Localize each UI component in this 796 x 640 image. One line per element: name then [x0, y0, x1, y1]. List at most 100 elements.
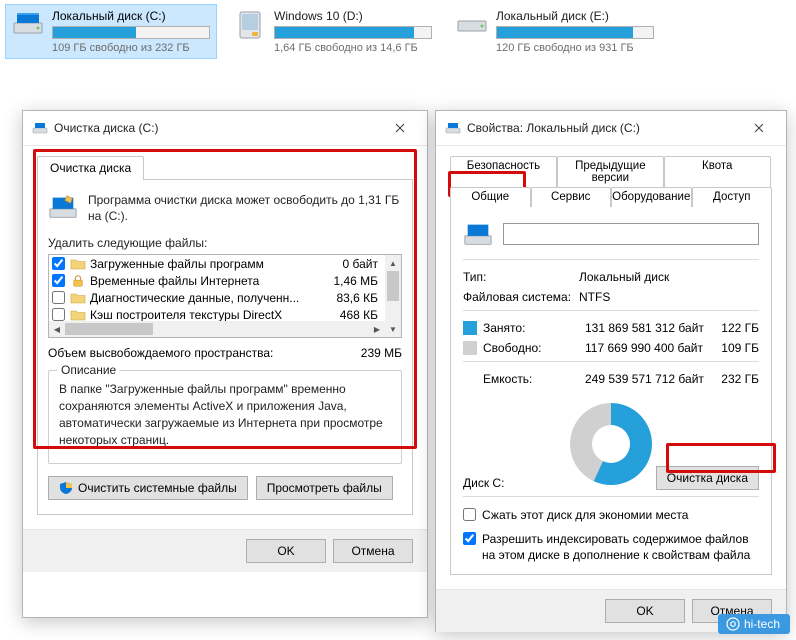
file-name: Кэш построителя текстуры DirectX [90, 308, 322, 322]
scroll-up-icon[interactable]: ▲ [385, 255, 401, 271]
free-gb: 109 ГБ [711, 341, 759, 355]
tab-service[interactable]: Сервис [531, 187, 612, 207]
tab-sharing[interactable]: Доступ [692, 187, 773, 207]
drive-usage-bar [52, 26, 210, 39]
folder-icon [70, 256, 86, 272]
scroll-right-icon[interactable]: ▶ [369, 321, 385, 337]
drive-item-c[interactable]: Локальный диск (C:) 109 ГБ свободно из 2… [5, 4, 217, 59]
description-group: Описание В папке "Загруженные файлы прог… [48, 370, 402, 463]
dialog-title: Свойства: Локальный диск (C:) [467, 121, 741, 135]
close-button[interactable] [382, 117, 418, 139]
delete-files-label: Удалить следующие файлы: [48, 236, 402, 250]
tabs: Безопасность Предыдущие версии Квота Общ… [450, 156, 772, 207]
usage-donut-chart [570, 403, 652, 485]
scroll-left-icon[interactable]: ◀ [49, 321, 65, 337]
index-checkbox[interactable] [463, 532, 476, 545]
used-label: Занято: [483, 321, 585, 335]
file-name: Диагностические данные, полученн... [90, 291, 322, 305]
description-legend: Описание [57, 363, 120, 377]
capacity-label: Емкость: [483, 372, 585, 386]
capacity-gb: 232 ГБ [711, 372, 759, 386]
shield-icon [59, 481, 73, 495]
file-checkbox[interactable] [52, 291, 65, 304]
capacity-bytes: 249 539 571 712 байт [585, 372, 711, 386]
dialog-title: Очистка диска (C:) [54, 121, 382, 135]
free-label: Свободно: [483, 341, 585, 355]
lock-icon [70, 273, 86, 289]
disk-cleanup-dialog: Очистка диска (C:) Очистка диска Програм… [22, 110, 428, 618]
drive-usage-bar [496, 26, 654, 39]
file-size: 83,6 КБ [322, 291, 382, 305]
compress-label: Сжать этот диск для экономии места [482, 507, 688, 523]
used-color-icon [463, 321, 477, 335]
drive-item-d[interactable]: Windows 10 (D:) 1,64 ГБ свободно из 14,6… [227, 4, 439, 59]
ok-button[interactable]: OK [605, 599, 685, 623]
drive-name: Локальный диск (E:) [496, 9, 654, 23]
drive-free: 109 ГБ свободно из 232 ГБ [52, 42, 210, 54]
used-bytes: 131 869 581 312 байт [585, 321, 711, 335]
tab-cleanup[interactable]: Очистка диска [37, 156, 144, 180]
drive-icon [456, 9, 488, 41]
drive-name: Локальный диск (C:) [52, 9, 210, 23]
drive-item-e[interactable]: Локальный диск (E:) 120 ГБ свободно из 9… [449, 4, 661, 59]
cancel-button[interactable]: Отмена [333, 539, 413, 563]
drive-properties-dialog: Свойства: Локальный диск (C:) Безопаснос… [435, 110, 787, 632]
view-files-button[interactable]: Просмотреть файлы [256, 476, 393, 500]
tab-previous-versions[interactable]: Предыдущие версии [557, 156, 664, 188]
drive-large-icon [463, 219, 493, 249]
free-bytes: 117 669 990 400 байт [585, 341, 711, 355]
file-checkbox[interactable] [52, 308, 65, 321]
drive-usage-bar [274, 26, 432, 39]
fs-label: Файловая система: [463, 290, 579, 304]
disk-cleanup-icon [32, 120, 48, 136]
tab-quota[interactable]: Квота [664, 156, 771, 188]
drive-icon [234, 9, 266, 41]
drive-icon [12, 9, 44, 41]
total-label: Объем высвобождаемого пространства: [48, 346, 361, 360]
compress-checkbox[interactable] [463, 508, 476, 521]
scroll-down-icon[interactable]: ▼ [385, 321, 401, 337]
disk-caption: Диск C: [463, 476, 504, 490]
file-name: Временные файлы Интернета [90, 274, 322, 288]
file-row[interactable]: Загруженные файлы программ 0 байт [49, 255, 385, 272]
file-checkbox[interactable] [52, 274, 65, 287]
file-row[interactable]: Диагностические данные, полученн... 83,6… [49, 289, 385, 306]
drive-name: Windows 10 (D:) [274, 9, 432, 23]
close-button[interactable] [741, 117, 777, 139]
cleanup-intro: Программа очистки диска может освободить… [88, 192, 402, 224]
file-size: 468 КБ [322, 308, 382, 322]
file-name: Загруженные файлы программ [90, 257, 322, 271]
at-icon [726, 617, 740, 631]
tab-general[interactable]: Общие [450, 187, 531, 207]
folder-icon [70, 290, 86, 306]
titlebar[interactable]: Очистка диска (C:) [23, 111, 427, 146]
ok-button[interactable]: OK [246, 539, 326, 563]
clean-system-files-button[interactable]: Очистить системные файлы [48, 476, 248, 500]
drive-free: 120 ГБ свободно из 931 ГБ [496, 42, 654, 54]
vertical-scrollbar[interactable]: ▲ ▼ [385, 255, 401, 337]
total-value: 239 МБ [361, 346, 402, 360]
used-gb: 122 ГБ [711, 321, 759, 335]
file-size: 0 байт [322, 257, 382, 271]
drive-icon [445, 120, 461, 136]
tab-security[interactable]: Безопасность [450, 156, 557, 188]
file-size: 1,46 МБ [322, 274, 382, 288]
description-text: В папке "Загруженные файлы программ" вре… [59, 381, 391, 448]
file-checkbox[interactable] [52, 257, 65, 270]
fs-value: NTFS [579, 290, 759, 304]
volume-name-input[interactable] [503, 223, 759, 245]
index-label: Разрешить индексировать содержимое файло… [482, 531, 759, 563]
horizontal-scrollbar[interactable]: ◀ ▶ [49, 321, 385, 337]
drive-bar: Локальный диск (C:) 109 ГБ свободно из 2… [0, 0, 796, 67]
type-value: Локальный диск [579, 270, 759, 284]
titlebar[interactable]: Свойства: Локальный диск (C:) [436, 111, 786, 146]
type-label: Тип: [463, 270, 579, 284]
free-color-icon [463, 341, 477, 355]
disk-cleanup-button[interactable]: Очистка диска [656, 466, 759, 490]
tab-hardware[interactable]: Оборудование [611, 187, 692, 207]
file-row[interactable]: Временные файлы Интернета 1,46 МБ [49, 272, 385, 289]
watermark: hi-tech [718, 614, 790, 634]
cleanup-large-icon [48, 192, 78, 222]
files-list: Загруженные файлы программ 0 байт Времен… [48, 254, 402, 338]
drive-free: 1,64 ГБ свободно из 14,6 ГБ [274, 42, 432, 54]
